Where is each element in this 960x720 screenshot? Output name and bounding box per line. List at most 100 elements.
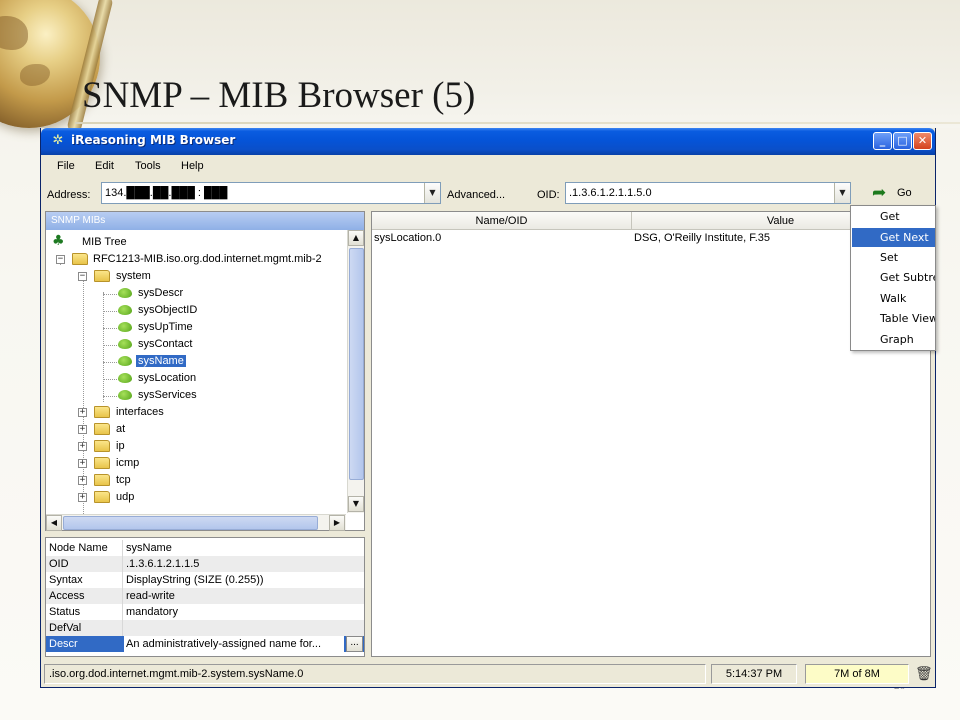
folder-icon (94, 423, 110, 435)
tree-guide (103, 362, 117, 363)
tree-node-sysuptime[interactable]: sysUpTime (118, 319, 268, 336)
node-properties-table: Node Name sysName OID .1.3.6.1.2.1.1.5 S… (45, 537, 365, 657)
expand-icon[interactable]: + (78, 425, 87, 434)
oid-dropdown-arrow-icon[interactable]: ▼ (834, 183, 850, 203)
property-row[interactable]: OID .1.3.6.1.2.1.1.5 (46, 556, 364, 572)
property-row[interactable]: Status mandatory (46, 604, 364, 620)
property-row[interactable]: Access read-write (46, 588, 364, 604)
minimize-button[interactable]: _ (873, 132, 892, 150)
tree-node-label-selected: sysName (136, 355, 186, 367)
oid-input[interactable]: .1.3.6.1.2.1.1.5.0 (569, 187, 652, 199)
menu-item-get[interactable]: Get (852, 207, 935, 226)
property-row[interactable]: Syntax DisplayString (SIZE (0.255)) (46, 572, 364, 588)
menu-item-get-next[interactable]: Get Next (852, 228, 935, 247)
address-input[interactable]: 134.███.██.███ : ███ (105, 187, 227, 199)
leaf-node-icon (118, 305, 132, 315)
slide-title: SNMP – MIB Browser (5) (82, 75, 476, 116)
tree-node-rfc1213[interactable]: − RFC1213-MIB.iso.org.dod.internet.mgmt.… (52, 251, 347, 268)
tree-guide (103, 328, 117, 329)
property-value: sysName (126, 542, 172, 554)
tree-node-syscontact[interactable]: sysContact (118, 336, 268, 353)
scroll-down-arrow-icon[interactable]: ▼ (348, 496, 364, 512)
result-name-cell[interactable]: sysLocation.0 (374, 232, 441, 244)
window-titlebar[interactable]: ✲ iReasoning MIB Browser _ □ ✕ (41, 128, 935, 155)
folder-open-icon (72, 253, 88, 265)
tree-node-at[interactable]: + at (72, 421, 272, 438)
scroll-up-arrow-icon[interactable]: ▲ (348, 230, 364, 246)
scroll-thumb[interactable] (349, 248, 364, 480)
menu-item-table-view[interactable]: Table View (852, 309, 935, 328)
maximize-button[interactable]: □ (893, 132, 912, 150)
menu-help[interactable]: Help (181, 160, 204, 172)
tree-node-udp[interactable]: + udp (72, 489, 272, 506)
tree-horizontal-scrollbar[interactable]: ◀ ▶ (46, 514, 346, 531)
column-separator (122, 604, 123, 620)
property-row[interactable]: DefVal (46, 620, 364, 636)
tree-node-icmp[interactable]: + icmp (72, 455, 272, 472)
menu-item-get-subtree[interactable]: Get Subtree (852, 268, 935, 287)
property-row-selected[interactable]: Descr An administratively-assigned name … (46, 636, 364, 652)
menu-edit[interactable]: Edit (95, 160, 114, 172)
leaf-node-icon (118, 322, 132, 332)
tree-node-syslocation[interactable]: sysLocation (118, 370, 268, 387)
property-key: DefVal (49, 622, 82, 634)
close-button[interactable]: ✕ (913, 132, 932, 150)
property-value[interactable]: An administratively-assigned name for... (124, 636, 344, 652)
app-gear-icon: ✲ (52, 133, 64, 148)
expand-icon[interactable]: + (78, 408, 87, 417)
tree-node-interfaces[interactable]: + interfaces (72, 404, 272, 421)
tree-guide (103, 379, 117, 380)
result-value-cell[interactable]: DSG, O'Reilly Institute, F.35 (634, 232, 770, 244)
tree-node-system[interactable]: − system (72, 268, 272, 285)
slide-divider (75, 122, 960, 124)
result-table: Name/OID Value sysLocation.0 DSG, O'Reil… (371, 211, 931, 657)
menu-file[interactable]: File (57, 160, 75, 172)
collapse-icon[interactable]: − (56, 255, 65, 264)
property-key: Syntax (49, 574, 83, 586)
column-header-name-oid[interactable]: Name/OID (372, 212, 632, 230)
property-key: Access (49, 590, 85, 602)
property-key: Node Name (49, 542, 108, 554)
trash-icon[interactable]: 🗑 (915, 666, 933, 682)
menu-item-graph[interactable]: Graph (852, 330, 935, 349)
advanced-button[interactable]: Advanced... (447, 189, 505, 201)
tree-node-sysname[interactable]: sysName (118, 353, 268, 370)
tree-node-tcp[interactable]: + tcp (72, 472, 272, 489)
status-time: 5:14:37 PM (711, 664, 797, 684)
column-separator (122, 572, 123, 588)
tree-node-sysdescr[interactable]: sysDescr (118, 285, 268, 302)
go-button[interactable]: ➦ Go (867, 183, 929, 205)
tree-node-label: system (116, 270, 151, 282)
collapse-icon[interactable]: − (78, 272, 87, 281)
mib-tree-icon: ♣ (52, 233, 65, 249)
address-combo[interactable]: 134.███.██.███ : ███ ▼ (101, 182, 441, 204)
more-button[interactable]: ... (346, 636, 363, 652)
expand-icon[interactable]: + (78, 476, 87, 485)
expand-icon[interactable]: + (78, 459, 87, 468)
tree-node-label: icmp (116, 457, 140, 469)
tree-node-mib-tree[interactable]: ♣ MIB Tree (52, 234, 342, 251)
scroll-left-arrow-icon[interactable]: ◀ (46, 515, 62, 531)
folder-open-icon (94, 270, 110, 282)
menu-item-set[interactable]: Set (852, 248, 935, 267)
tree-node-sysservices[interactable]: sysServices (118, 387, 268, 404)
mib-browser-window: ✲ iReasoning MIB Browser _ □ ✕ File Edit… (40, 128, 936, 688)
address-dropdown-arrow-icon[interactable]: ▼ (424, 183, 440, 203)
oid-combo[interactable]: .1.3.6.1.2.1.1.5.0 ▼ (565, 182, 851, 204)
column-separator (122, 588, 123, 604)
tree-guide (103, 345, 117, 346)
menu-tools[interactable]: Tools (135, 160, 161, 172)
property-row[interactable]: Node Name sysName (46, 540, 364, 556)
tree-node-ip[interactable]: + ip (72, 438, 272, 455)
tree-node-sysobjectid[interactable]: sysObjectID (118, 302, 268, 319)
tree-vertical-scrollbar[interactable]: ▲ ▼ (347, 230, 364, 513)
scroll-thumb[interactable] (63, 516, 318, 530)
expand-icon[interactable]: + (78, 493, 87, 502)
address-label: Address: (47, 189, 91, 201)
scroll-right-arrow-icon[interactable]: ▶ (329, 515, 345, 531)
folder-icon (94, 440, 110, 452)
go-arrow-icon: ➦ (872, 183, 887, 203)
expand-icon[interactable]: + (78, 442, 87, 451)
menu-item-walk[interactable]: Walk (852, 289, 935, 308)
tree-node-label: sysObjectID (138, 304, 198, 316)
